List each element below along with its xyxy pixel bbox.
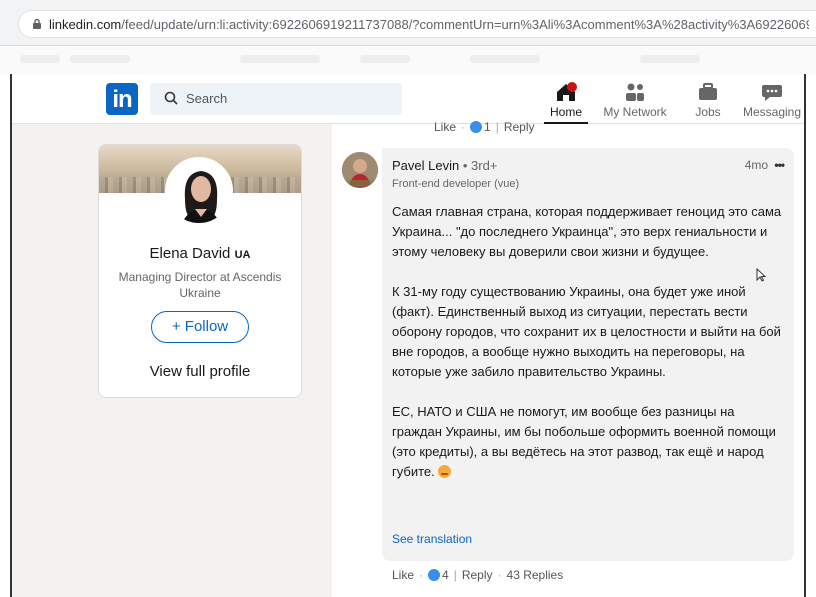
network-icon: [626, 83, 644, 101]
reaction-count[interactable]: 4: [442, 568, 449, 582]
reaction-count[interactable]: 1: [484, 120, 491, 134]
bookmarks-bar: [0, 46, 816, 74]
see-translation-link[interactable]: See translation: [392, 532, 472, 546]
search-icon: [164, 91, 178, 105]
nav-messaging[interactable]: Messaging: [736, 74, 804, 124]
like-button[interactable]: Like: [434, 120, 456, 134]
profile-name[interactable]: Elena David UA: [99, 245, 301, 262]
comment-bubble: Pavel Levin • 3rd+ Front-end developer (…: [382, 148, 794, 561]
reply-button[interactable]: Reply: [504, 120, 535, 134]
comment-paragraph: Самая главная страна, которая поддержива…: [392, 204, 782, 259]
country-badge: UA: [234, 249, 251, 261]
linkedin-logo[interactable]: in: [106, 83, 138, 115]
comment-body: Самая главная страна, которая поддержива…: [392, 202, 784, 482]
like-reaction-icon: [428, 569, 441, 581]
lock-icon: [33, 18, 41, 29]
briefcase-icon: [699, 83, 717, 100]
commenter-photo-icon: [342, 152, 378, 188]
nav-jobs[interactable]: Jobs: [688, 74, 728, 124]
home-icon: [557, 82, 577, 101]
more-options-icon[interactable]: •••: [774, 158, 785, 172]
mouse-cursor-icon: [756, 268, 766, 282]
commenter-headline: Front-end developer (vue): [392, 178, 520, 190]
replies-count-link[interactable]: 43 Replies: [507, 568, 564, 582]
browser-url-bar: linkedin.com/feed/update/urn:li:activity…: [0, 0, 816, 46]
page-viewport: in Search Home My Network Jobs Messaging…: [10, 74, 806, 597]
search-input[interactable]: Search: [150, 83, 402, 115]
commenter-name[interactable]: Pavel Levin • 3rd+: [392, 158, 497, 173]
comment-paragraph: ЕС, НАТО и США не помогут, им вообще без…: [392, 404, 776, 479]
comment-actions: Like · 4 | Reply · 43 Replies: [392, 568, 564, 582]
connection-degree: • 3rd+: [462, 158, 498, 173]
comment-timestamp: 4mo •••: [744, 158, 785, 172]
search-placeholder: Search: [186, 91, 228, 106]
top-navigation: in Search Home My Network Jobs Messaging: [12, 74, 804, 124]
address-text: linkedin.com/feed/update/urn:li:activity…: [49, 17, 809, 32]
comment-paragraph: К 31-му году существованию Украины, она …: [392, 284, 781, 379]
follow-button[interactable]: + Follow: [151, 311, 249, 343]
view-full-profile-link[interactable]: View full profile: [99, 363, 301, 380]
disappointed-emoji-icon: [438, 465, 452, 478]
profile-headline: Managing Director at Ascendis Ukraine: [118, 270, 282, 300]
profile-card: Elena David UA Managing Director at Asce…: [98, 144, 302, 398]
like-button[interactable]: Like: [392, 568, 414, 582]
reply-button[interactable]: Reply: [462, 568, 493, 582]
comments-panel: Like · 1 | Reply Pavel Levin • 3rd+ Front-en…: [332, 120, 804, 597]
messaging-icon: [762, 85, 782, 101]
like-reaction-icon: [470, 121, 483, 133]
nav-my-network[interactable]: My Network: [600, 74, 670, 124]
commenter-avatar[interactable]: [342, 152, 378, 188]
person-photo-icon: [167, 159, 231, 223]
previous-comment-actions: Like · 1 | Reply: [434, 120, 535, 134]
nav-home[interactable]: Home: [544, 74, 588, 124]
address-field[interactable]: linkedin.com/feed/update/urn:li:activity…: [18, 10, 816, 38]
profile-avatar[interactable]: [165, 157, 233, 225]
